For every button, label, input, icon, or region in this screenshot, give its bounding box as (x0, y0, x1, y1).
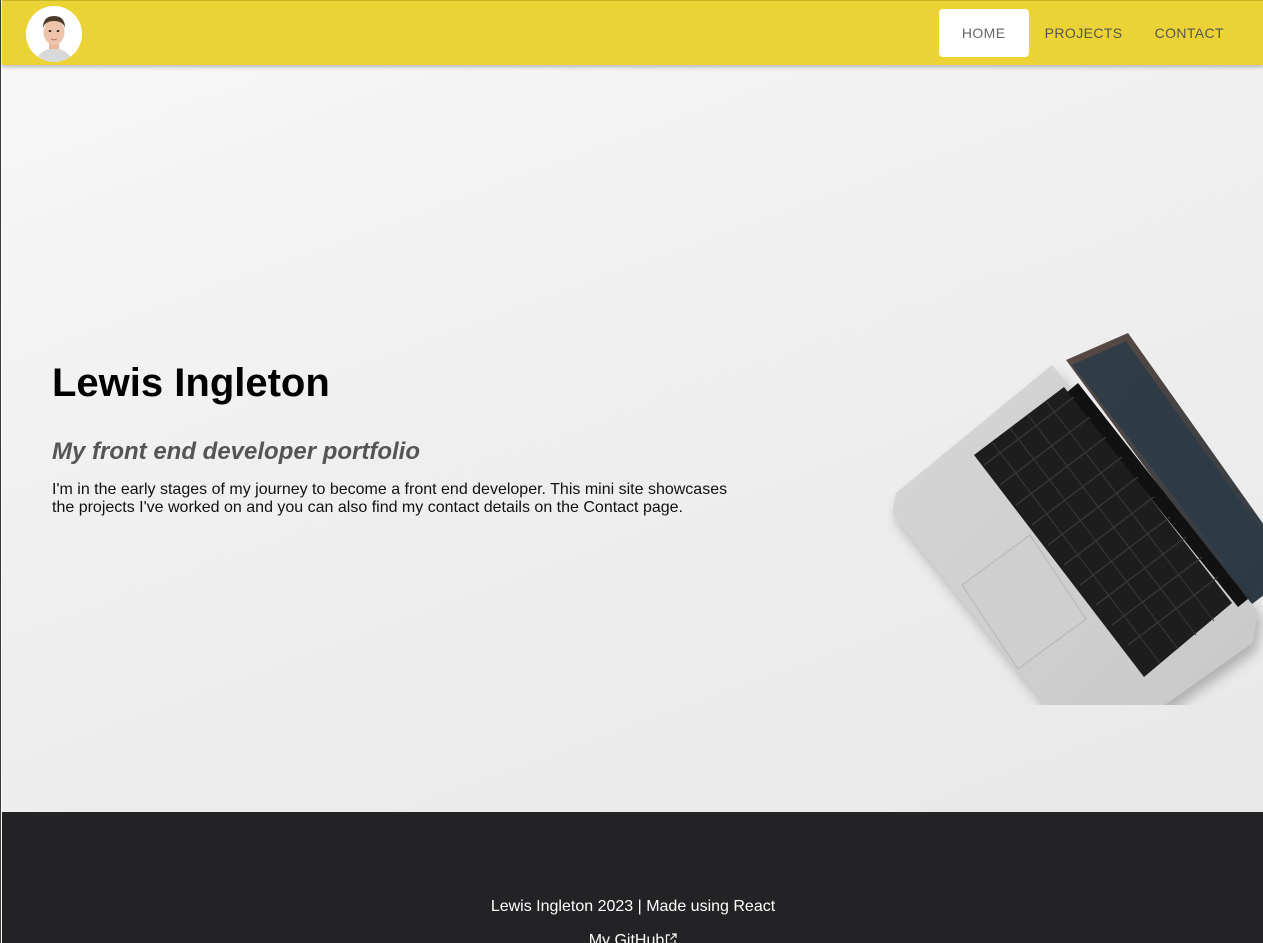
hero-subtitle: My front end developer portfolio (52, 438, 421, 465)
github-link-label: My GitHub (588, 932, 665, 943)
nav-links: HOME PROJECTS CONTACT (938, 9, 1240, 57)
nav-contact[interactable]: CONTACT (1139, 9, 1240, 57)
profile-photo-icon (26, 6, 82, 62)
navbar: HOME PROJECTS CONTACT (2, 0, 1263, 65)
hero-section: Lewis Ingleton My front end developer po… (2, 65, 1263, 812)
hero-title: Lewis Ingleton (52, 361, 330, 405)
hero-description: I'm in the early stages of my journey to… (52, 481, 728, 516)
nav-projects[interactable]: PROJECTS (1029, 9, 1139, 57)
external-link-icon (665, 932, 677, 943)
github-link[interactable]: My GitHub (2, 932, 1263, 943)
hero-text: Lewis Ingleton My front end developer po… (52, 355, 752, 517)
laptop-image-icon (892, 333, 1263, 705)
page: HOME PROJECTS CONTACT Lewis Ingleton My … (0, 0, 1263, 943)
footer-credit: Lewis Ingleton 2023 | Made using React (490, 898, 776, 915)
nav-home[interactable]: HOME (938, 9, 1029, 57)
footer: Lewis Ingleton 2023 | Made using React M… (2, 812, 1263, 943)
avatar[interactable] (26, 6, 82, 62)
